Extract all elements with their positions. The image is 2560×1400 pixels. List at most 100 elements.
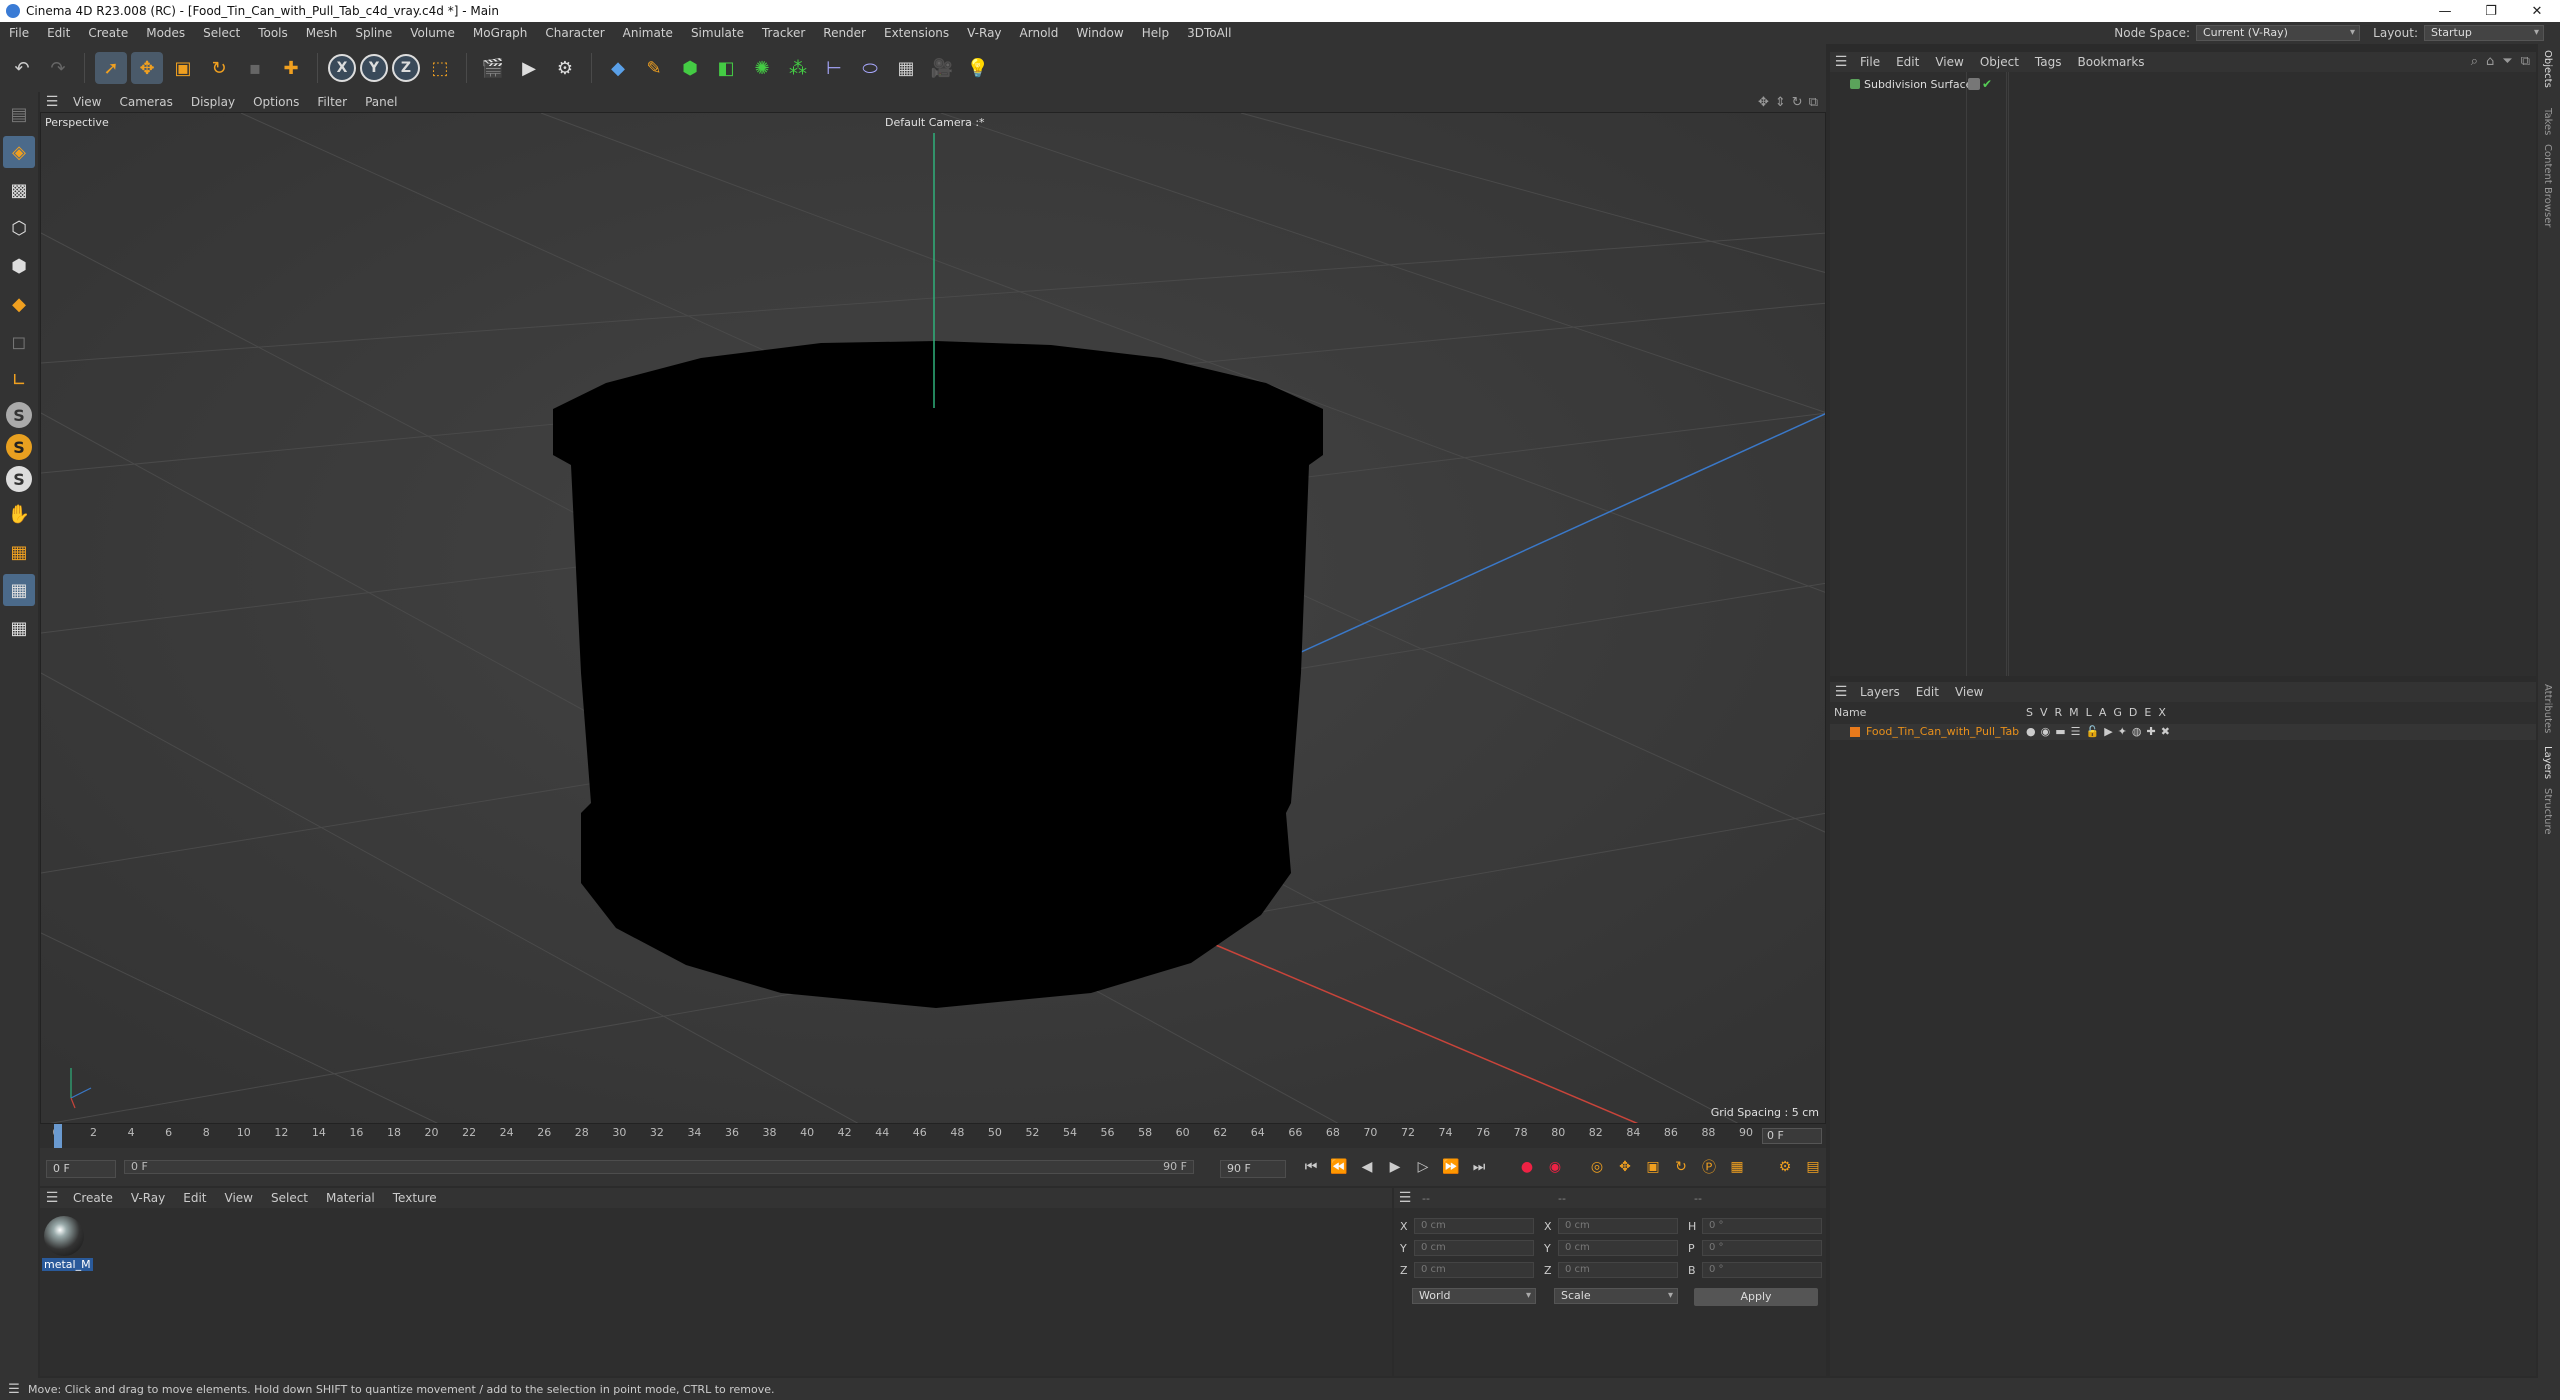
tab-objects[interactable]: Objects [2542,50,2553,88]
playhead[interactable] [54,1124,62,1148]
menu-edit[interactable]: Edit [38,26,79,40]
planar-workplane-icon[interactable]: ▦ [3,612,35,644]
deformer-toggle-icon[interactable]: ◍ [2132,725,2142,738]
coordinates-menu-icon[interactable]: ☰ [1394,1190,1416,1206]
layer-name[interactable]: Food_Tin_Can_with_Pull_Tab [1866,725,2019,738]
viewport-camera-label[interactable]: Default Camera :* [885,116,985,129]
menu-tracker[interactable]: Tracker [753,26,814,40]
texture-mode-icon[interactable]: ▩ [3,174,35,206]
axis-mode-icon[interactable]: ∟ [3,364,35,396]
material-menu-texture[interactable]: Texture [384,1191,446,1205]
tin-can-model[interactable] [553,341,1323,1008]
maximize-button[interactable]: ❐ [2468,0,2514,22]
viewport-menu-view[interactable]: View [64,95,110,109]
menu-render[interactable]: Render [814,26,875,40]
close-button[interactable]: ✕ [2514,0,2560,22]
rotation-p-field[interactable]: 0 ° [1702,1240,1822,1256]
apply-button[interactable]: Apply [1694,1288,1818,1306]
layer-color-swatch[interactable] [1850,727,1860,737]
soft-selection-icon[interactable]: ✋ [3,498,35,530]
object-menu-view[interactable]: View [1927,55,1971,69]
size-y-field[interactable]: 0 cm [1558,1240,1678,1256]
key-pla-icon[interactable]: ▦ [1726,1156,1748,1178]
layer-menu-edit[interactable]: Edit [1908,685,1947,699]
generator-toggle-icon[interactable]: ✦ [2118,725,2127,738]
extrude-icon[interactable]: ◧ [710,52,742,84]
menu-window[interactable]: Window [1067,26,1132,40]
object-name[interactable]: Subdivision Surface [1864,78,1972,91]
render-view-icon[interactable]: ▶ [513,52,545,84]
subdivision-icon[interactable]: ⬢ [674,52,706,84]
visibility-toggle-icon[interactable] [1968,78,1980,90]
search-icon[interactable]: ⌕ [2471,54,2478,69]
menu-select[interactable]: Select [194,26,249,40]
orbit-icon[interactable]: ↻ [1792,95,1803,110]
start-frame-field[interactable]: 0 F [46,1160,116,1178]
next-key-icon[interactable]: ⏩ [1440,1156,1462,1178]
mograph-icon[interactable]: ⁂ [782,52,814,84]
size-mode-dropdown[interactable]: Scale [1554,1288,1678,1304]
render-toggle-icon[interactable]: ▬ [2055,725,2065,738]
camera-icon[interactable]: 🎥 [926,52,958,84]
expression-toggle-icon[interactable]: ✚ [2147,725,2156,738]
layer-row[interactable]: Food_Tin_Can_with_Pull_Tab ● ◉ ▬ ☰ 🔓 ▶ ✦… [1830,724,2536,740]
material-menu-material[interactable]: Material [317,1191,384,1205]
light-icon[interactable]: 💡 [962,52,994,84]
status-menu-icon[interactable]: ☰ [0,1382,28,1397]
scale-tool-icon[interactable]: ▣ [167,52,199,84]
menu-help[interactable]: Help [1133,26,1178,40]
workplane-snap-icon[interactable]: S [6,466,32,492]
move-tool-icon[interactable]: ✥ [131,52,163,84]
transform-tool-icon[interactable]: ✚ [275,52,307,84]
material-menu-view[interactable]: View [216,1191,262,1205]
object-menu-object[interactable]: Object [1972,55,2027,69]
manager-toggle-icon[interactable]: ☰ [2071,725,2081,738]
3d-viewport[interactable]: Perspective Default Camera :* Grid Spaci… [40,112,1826,1124]
viewport-menu-cameras[interactable]: Cameras [110,95,181,109]
menu-animate[interactable]: Animate [614,26,682,40]
key-rotation-icon[interactable]: ↻ [1670,1156,1692,1178]
key-scale-icon[interactable]: ▣ [1642,1156,1664,1178]
cube-icon[interactable]: ◆ [602,52,634,84]
timeline-ruler[interactable]: 0246810121416182022242628303234363840424… [40,1124,1826,1148]
home-icon[interactable]: ⌂ [2486,54,2494,69]
go-to-start-icon[interactable]: ⏮ [1300,1156,1322,1178]
render-region-icon[interactable]: 🎬 [477,52,509,84]
snap-icon[interactable]: S [6,402,32,428]
position-x-field[interactable]: 0 cm [1414,1218,1534,1234]
xref-toggle-icon[interactable]: ✖ [2161,725,2170,738]
model-mode-icon[interactable]: ◈ [3,136,35,168]
autokey-icon[interactable]: ◉ [1544,1156,1566,1178]
object-menu-tags[interactable]: Tags [2027,55,2070,69]
zoom-icon[interactable]: ⇕ [1775,95,1786,110]
coordinate-space-dropdown[interactable]: World [1412,1288,1536,1304]
rotation-h-field[interactable]: 0 ° [1702,1218,1822,1234]
layer-menu-layers[interactable]: Layers [1852,685,1908,699]
viewport-menu-options[interactable]: Options [244,95,308,109]
material-preview-sphere[interactable] [44,1216,84,1256]
field-icon[interactable]: ⬭ [854,52,886,84]
redo-icon[interactable]: ↷ [42,52,74,84]
size-z-field[interactable]: 0 cm [1558,1262,1678,1278]
menu-modes[interactable]: Modes [137,26,194,40]
y-axis-lock-button[interactable]: Y [360,54,388,82]
tab-takes[interactable]: Takes [2542,108,2553,135]
previous-frame-icon[interactable]: ◀ [1356,1156,1378,1178]
object-menu-file[interactable]: File [1852,55,1888,69]
key-parameter-icon[interactable]: Ⓟ [1698,1156,1720,1178]
render-settings-icon[interactable]: ⚙ [549,52,581,84]
menu-mograph[interactable]: MoGraph [464,26,537,40]
z-axis-lock-button[interactable]: Z [392,54,420,82]
next-frame-icon[interactable]: ▷ [1412,1156,1434,1178]
menu-arnold[interactable]: Arnold [1011,26,1068,40]
material-menu-vray[interactable]: V-Ray [122,1191,174,1205]
current-frame-field[interactable]: 0 F [1762,1128,1822,1144]
viewport-menu-panel[interactable]: Panel [356,95,406,109]
menu-file[interactable]: File [0,26,38,40]
key-position-icon[interactable]: ✥ [1614,1156,1636,1178]
menu-create[interactable]: Create [79,26,137,40]
material-menu-edit[interactable]: Edit [174,1191,215,1205]
menu-volume[interactable]: Volume [401,26,464,40]
previous-key-icon[interactable]: ⏪ [1328,1156,1350,1178]
uv-mode-icon[interactable]: ◻ [3,326,35,358]
